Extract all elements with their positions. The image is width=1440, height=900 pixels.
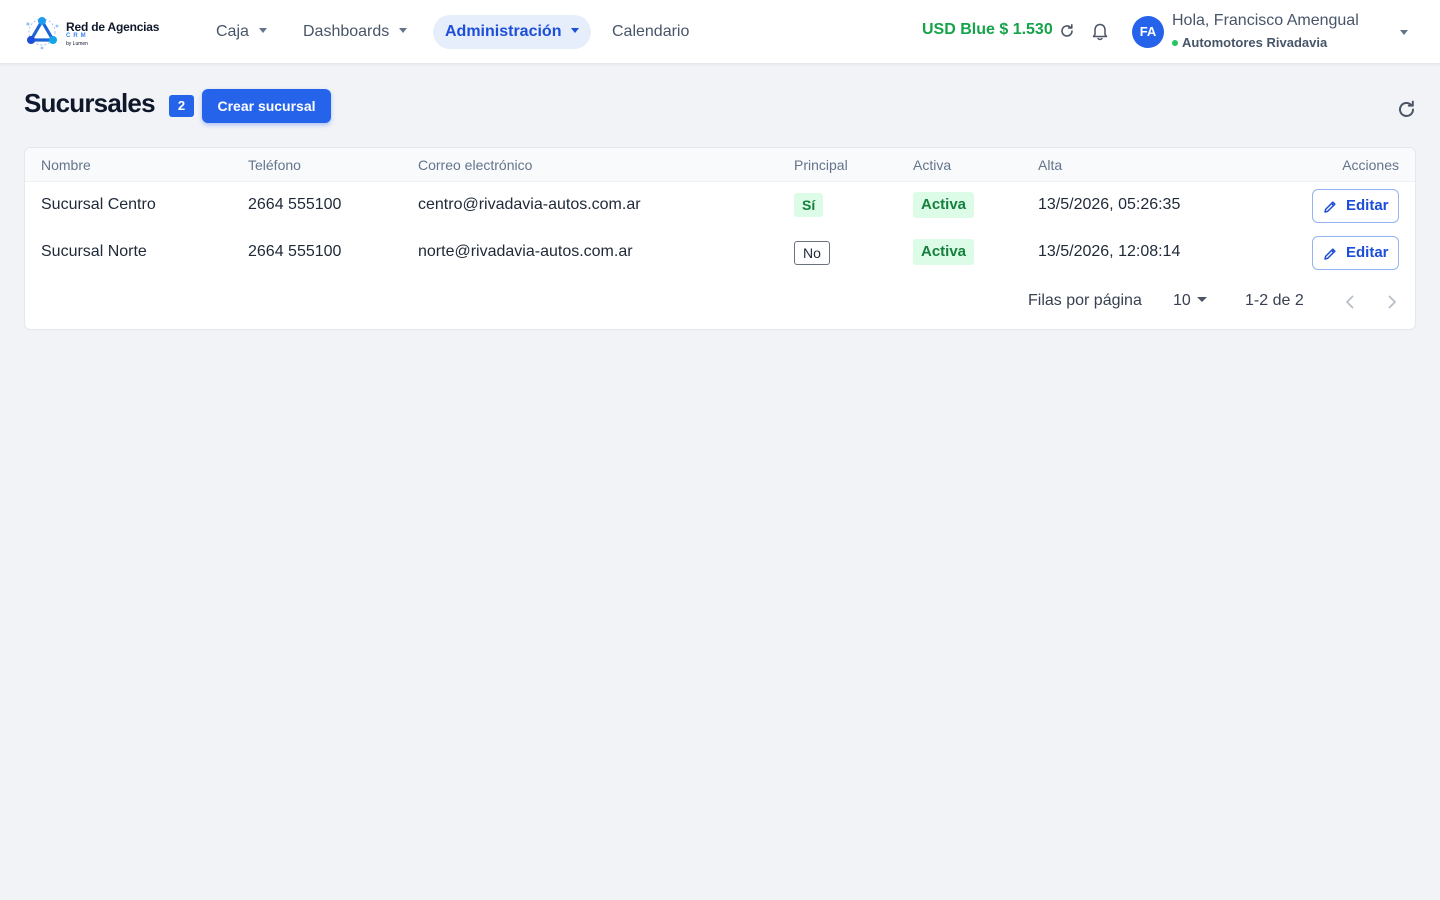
cell-correo: centro@rivadavia-autos.com.ar [418, 196, 641, 213]
chevron-down-icon [1196, 297, 1207, 303]
refresh-icon[interactable] [1396, 99, 1417, 120]
cell-nombre: Sucursal Centro [41, 196, 156, 213]
refresh-icon[interactable] [1059, 23, 1075, 39]
principal-badge: No [794, 241, 830, 265]
usd-rate: USD Blue $ 1.530 [922, 21, 1053, 38]
column-header-activa[interactable]: Activa [913, 157, 951, 173]
logo-by-text: by Lumen [66, 41, 88, 47]
edit-button-label: Editar [1346, 197, 1389, 214]
count-badge: 2 [169, 95, 194, 117]
column-header-alta[interactable]: Alta [1038, 157, 1062, 173]
table-header: Nombre Teléfono Correo electrónico Princ… [25, 148, 1415, 182]
nav-item-label: Dashboards [303, 23, 390, 40]
column-header-telefono[interactable]: Teléfono [248, 157, 301, 173]
edit-button[interactable]: Editar [1312, 236, 1399, 270]
page-title: Sucursales [24, 88, 156, 118]
cell-telefono: 2664 555100 [248, 196, 342, 213]
user-greeting[interactable]: Hola, Francisco Amengual [1172, 12, 1359, 30]
column-header-correo[interactable]: Correo electrónico [418, 157, 532, 173]
edit-button[interactable]: Editar [1312, 189, 1399, 223]
nav-item-calendario[interactable]: Calendario [600, 15, 701, 49]
status-badge: Activa [913, 192, 975, 218]
bell-icon[interactable] [1090, 22, 1110, 42]
chevron-right-icon[interactable] [1383, 293, 1401, 311]
nav-item-administracion[interactable]: Administración [433, 15, 592, 49]
app-logo[interactable]: Red de Agencias CRM by Lumen [24, 12, 159, 52]
column-header-acciones: Acciones [1342, 157, 1399, 173]
cell-alta: 13/5/2026, 12:08:14 [1038, 243, 1181, 260]
cell-telefono: 2664 555100 [248, 243, 342, 260]
nav-item-label: Caja [216, 23, 249, 40]
rows-per-page-select[interactable]: 10 [1173, 292, 1207, 310]
nav-item-dashboards[interactable]: Dashboards [291, 15, 419, 49]
pagination-range: 1-2 de 2 [1245, 292, 1304, 309]
column-header-principal[interactable]: Principal [794, 157, 848, 173]
nav-item-label: Calendario [612, 23, 690, 40]
chevron-down-icon [258, 28, 267, 34]
column-header-nombre[interactable]: Nombre [41, 157, 91, 173]
nav-item-label: Administración [445, 23, 562, 40]
table-row: Sucursal Norte 2664 555100 norte@rivadav… [25, 229, 1415, 276]
rows-per-page-label: Filas por página [1028, 292, 1142, 309]
agency-label: Automotores Rivadavia [1182, 35, 1328, 50]
logo-mark-icon [26, 17, 59, 50]
pencil-icon [1324, 201, 1336, 213]
nav-item-caja[interactable]: Caja [204, 15, 279, 49]
chevron-down-icon [571, 28, 580, 34]
edit-button-label: Editar [1346, 244, 1389, 261]
table-row: Sucursal Centro 2664 555100 centro@rivad… [25, 182, 1415, 229]
avatar[interactable]: FA [1132, 16, 1164, 48]
principal-badge: Sí [794, 193, 824, 217]
pencil-icon [1324, 248, 1336, 260]
branches-table-card: Nombre Teléfono Correo electrónico Princ… [24, 147, 1416, 330]
logo-brand-text: Red de Agencias [66, 20, 160, 34]
status-dot-icon [1172, 39, 1178, 46]
create-branch-button[interactable]: Crear sucursal [202, 89, 331, 123]
user-agency: Automotores Rivadavia [1172, 35, 1327, 50]
cell-correo: norte@rivadavia-autos.com.ar [418, 243, 633, 260]
top-bar: Red de Agencias CRM by Lumen Caja Dashbo… [0, 0, 1440, 64]
chevron-left-icon[interactable] [1341, 293, 1359, 311]
user-menu-chevron-icon[interactable] [1400, 30, 1408, 35]
cell-nombre: Sucursal Norte [41, 243, 147, 260]
logo-sub-text: CRM [66, 33, 89, 39]
cell-alta: 13/5/2026, 05:26:35 [1038, 196, 1181, 213]
rows-per-page-value: 10 [1173, 292, 1191, 309]
chevron-down-icon [399, 28, 408, 34]
status-badge: Activa [913, 239, 975, 265]
